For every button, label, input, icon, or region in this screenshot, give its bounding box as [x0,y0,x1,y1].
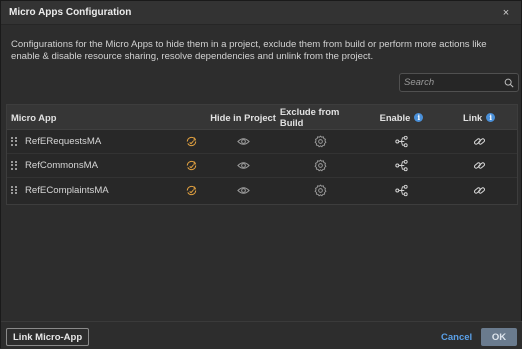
header-link: Link i [441,112,517,123]
enable-info-icon[interactable]: i [414,112,424,122]
link-icon[interactable] [473,159,486,172]
sync-status-icon[interactable] [185,135,198,148]
link-icon[interactable] [473,135,486,148]
sync-status-icon[interactable] [185,159,198,172]
search-input[interactable] [404,77,504,88]
dialog-titlebar: Micro Apps Configuration × [1,1,521,25]
link-micro-app-button[interactable]: Link Micro-App [6,328,90,346]
header-link-label: Link [462,111,483,123]
table-row: RefCommonsMA [7,154,517,178]
share-nodes-icon[interactable] [395,135,408,148]
table-row: RefERequestsMA [7,130,517,154]
eye-icon[interactable] [236,135,250,148]
dialog-description: Configurations for the Micro Apps to hid… [11,39,487,62]
eye-icon[interactable] [236,159,250,172]
header-micro-app: Micro App [11,111,57,123]
header-enable: Enable i [362,112,442,123]
search-box[interactable] [399,73,519,92]
drag-handle-icon[interactable] [11,161,18,170]
header-hide-in-project: Hide in Project [210,111,276,123]
table-row: RefEComplaintsMA [7,178,517,202]
search-icon[interactable] [504,78,514,88]
link-icon[interactable] [473,184,486,197]
sync-status-icon[interactable] [185,184,198,197]
eye-icon[interactable] [236,184,250,197]
drag-handle-icon[interactable] [11,185,18,195]
dialog-title: Micro Apps Configuration [9,7,132,18]
close-icon[interactable]: × [499,6,513,20]
drag-handle-icon[interactable] [11,137,18,146]
gear-icon[interactable] [314,135,327,148]
micro-apps-dialog: Micro Apps Configuration × Configuration… [0,0,522,349]
link-info-icon[interactable]: i [486,112,496,122]
ok-button[interactable]: OK [481,328,517,346]
cancel-button[interactable]: Cancel [438,328,475,346]
header-exclude-from-build: Exclude from Build [279,106,340,128]
micro-apps-table: Micro App Hide in Project Exclude from B… [6,104,518,205]
gear-icon[interactable] [314,159,327,172]
share-nodes-icon[interactable] [395,159,408,172]
header-enable-label: Enable [379,111,411,123]
share-nodes-icon[interactable] [395,184,408,197]
micro-app-name: RefEComplaintsMA [25,184,109,196]
gear-icon[interactable] [314,183,327,197]
dialog-footer: Link Micro-App Cancel OK [1,321,522,349]
table-header: Micro App Hide in Project Exclude from B… [7,105,517,130]
micro-app-name: RefERequestsMA [25,136,102,147]
micro-app-name: RefCommonsMA [25,160,99,171]
